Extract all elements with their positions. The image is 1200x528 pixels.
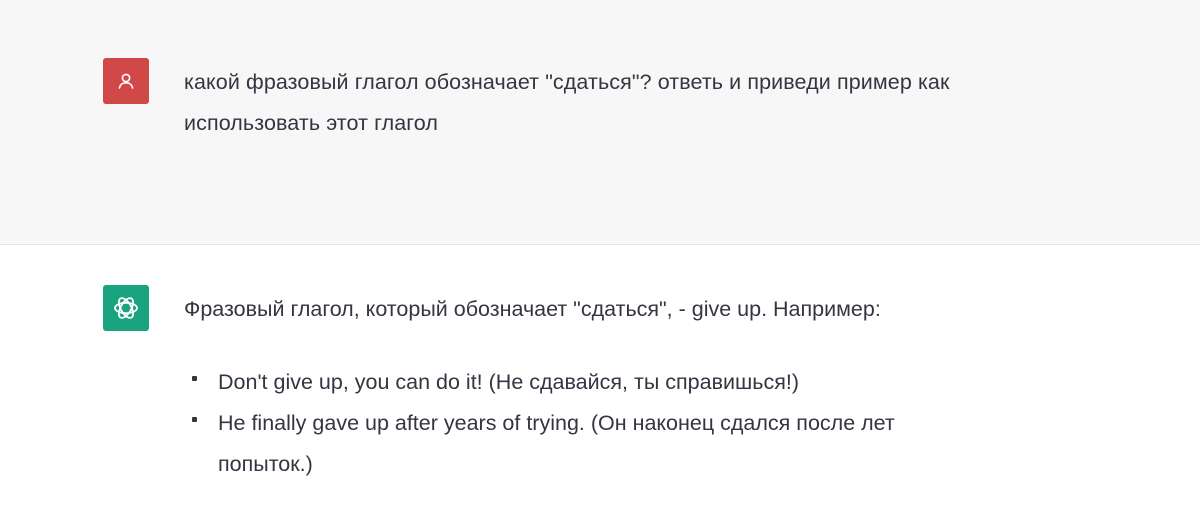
user-icon — [118, 73, 134, 89]
openai-logo-icon — [114, 297, 138, 319]
list-item: He finally gave up after years of trying… — [190, 403, 980, 485]
chat-conversation: какой фразовый глагол обозначает "сдатьс… — [0, 0, 1200, 528]
bullet-icon — [192, 417, 197, 422]
bullet-icon — [192, 376, 197, 381]
assistant-message-row: Фразовый глагол, который обозначает "сда… — [0, 245, 1200, 528]
example-text: Don't give up, you can do it! (Не сдавай… — [218, 370, 799, 394]
list-item: Don't give up, you can do it! (Не сдавай… — [190, 362, 980, 403]
user-message-text: какой фразовый глагол обозначает "сдатьс… — [184, 70, 950, 135]
user-avatar — [103, 58, 149, 104]
example-text: He finally gave up after years of trying… — [218, 411, 895, 476]
assistant-avatar — [103, 285, 149, 331]
assistant-example-list: Don't give up, you can do it! (Не сдавай… — [190, 362, 980, 485]
assistant-intro-text: Фразовый глагол, который обозначает "сда… — [184, 297, 881, 321]
user-message-row: какой фразовый глагол обозначает "сдатьс… — [0, 0, 1200, 245]
